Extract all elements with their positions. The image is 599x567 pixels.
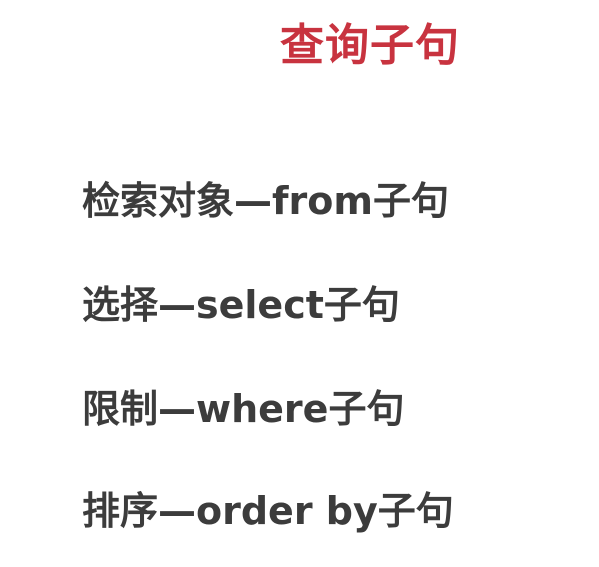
clause-select: 选择—select子句 — [82, 283, 400, 327]
clause-from: 检索对象—from子句 — [82, 179, 449, 223]
clause-order-by: 排序—order by子句 — [82, 489, 454, 533]
clause-where: 限制—where子句 — [82, 387, 405, 431]
clause-list: 检索对象—from子句 选择—select子句 限制—where子句 排序—or… — [82, 0, 582, 567]
